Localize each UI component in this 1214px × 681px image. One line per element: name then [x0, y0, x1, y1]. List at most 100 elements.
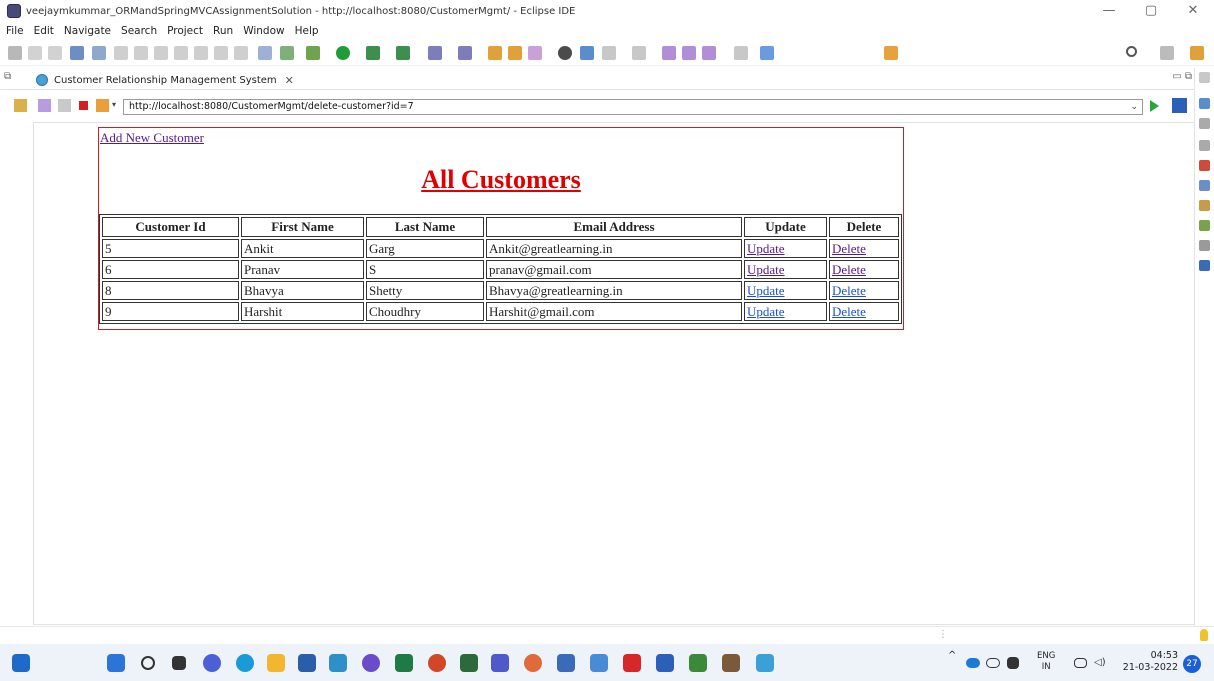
menu-navigate[interactable]: Navigate — [64, 25, 111, 37]
suspend-icon[interactable] — [134, 46, 148, 60]
save-icon[interactable] — [28, 46, 42, 60]
restore-view-icon[interactable] — [1199, 72, 1210, 83]
restore-icon[interactable]: ⧉ — [4, 71, 11, 82]
external-tools-icon[interactable] — [396, 46, 410, 60]
skip-breakpoints-icon[interactable] — [92, 46, 106, 60]
menu-file[interactable]: File — [6, 25, 24, 37]
input-language-indicator[interactable]: ENG IN — [1037, 651, 1055, 673]
minimize-maximize-icon[interactable]: ▭ ⧉ — [1172, 71, 1192, 82]
forward-toolbar-icon[interactable] — [734, 46, 748, 60]
open-type-icon[interactable] — [488, 46, 502, 60]
terminal-icon[interactable] — [70, 46, 84, 60]
last-edit-icon[interactable] — [662, 46, 676, 60]
web-browser-icon[interactable] — [558, 46, 572, 60]
store-icon[interactable] — [298, 654, 316, 672]
new-server-icon[interactable] — [428, 46, 442, 60]
outline-icon[interactable] — [1199, 98, 1210, 109]
data-source-icon[interactable] — [1199, 220, 1210, 231]
search-taskbar-icon[interactable] — [141, 656, 155, 670]
mail-icon[interactable] — [329, 654, 347, 672]
delete-link[interactable]: Delete — [832, 241, 866, 256]
volume-icon[interactable]: ◁) — [1094, 657, 1108, 669]
sticky-notes-icon[interactable] — [460, 654, 478, 672]
task-list-icon[interactable] — [1199, 118, 1210, 129]
console-icon[interactable] — [1199, 260, 1210, 271]
minimize-button[interactable]: — — [1088, 0, 1130, 22]
menu-edit[interactable]: Edit — [34, 25, 54, 37]
coverage-icon[interactable] — [366, 46, 380, 60]
update-link[interactable]: Update — [747, 304, 785, 319]
previous-annotation-icon[interactable] — [632, 46, 646, 60]
go-icon[interactable] — [1150, 100, 1159, 112]
onedrive-icon[interactable] — [966, 658, 980, 668]
use-step-filters-icon[interactable] — [280, 46, 294, 60]
delete-link[interactable]: Delete — [832, 283, 866, 298]
menu-run[interactable]: Run — [213, 25, 233, 37]
markers-icon[interactable] — [1199, 160, 1210, 171]
maximize-button[interactable]: ▢ — [1130, 0, 1172, 22]
properties-icon[interactable] — [1199, 180, 1210, 191]
close-button[interactable]: ✕ — [1172, 0, 1214, 22]
java-ee-perspective-icon[interactable] — [1190, 46, 1204, 60]
perspective-icon[interactable] — [1160, 46, 1174, 60]
menu-window[interactable]: Window — [243, 25, 284, 37]
search-toolbar-icon[interactable] — [528, 46, 542, 60]
dropbox-icon[interactable] — [1007, 657, 1019, 669]
start-icon[interactable] — [107, 654, 125, 672]
resume-icon[interactable] — [114, 46, 128, 60]
search-icon[interactable] — [1126, 46, 1137, 57]
terminate-icon[interactable] — [154, 46, 168, 60]
open-external-icon[interactable] — [1172, 98, 1187, 113]
snipping-tool-icon[interactable] — [756, 654, 774, 672]
stop-icon[interactable] — [79, 101, 88, 110]
back-history-icon[interactable] — [682, 46, 696, 60]
disconnect-icon[interactable] — [174, 46, 188, 60]
refresh-icon[interactable] — [96, 99, 109, 112]
menu-project[interactable]: Project — [167, 25, 203, 37]
chevron-down-icon[interactable]: ▾ — [112, 100, 120, 113]
annotation-icon[interactable] — [580, 46, 594, 60]
step-return-icon[interactable] — [234, 46, 248, 60]
update-link[interactable]: Update — [747, 262, 785, 277]
servers-icon[interactable] — [1199, 200, 1210, 211]
open-perspective-icon[interactable] — [884, 46, 898, 60]
snippets-icon[interactable] — [1199, 240, 1210, 251]
project-explorer-icon[interactable] — [14, 99, 27, 112]
add-new-customer-link[interactable]: Add New Customer — [100, 130, 204, 146]
update-link[interactable]: Update — [747, 241, 785, 256]
debug-icon[interactable] — [306, 46, 320, 60]
excel-icon[interactable] — [395, 654, 413, 672]
vscode-icon[interactable] — [557, 654, 575, 672]
menu-help[interactable]: Help — [295, 25, 319, 37]
minimize-view-icon[interactable] — [1199, 140, 1210, 151]
new-class-icon[interactable] — [458, 46, 472, 60]
word-icon[interactable] — [656, 654, 674, 672]
cloud-icon[interactable] — [986, 658, 1000, 668]
save-all-icon[interactable] — [48, 46, 62, 60]
url-dropdown-icon[interactable]: ⌄ — [1130, 100, 1138, 114]
system-clock[interactable]: 04:53 21-03-2022 — [1122, 650, 1178, 674]
step-over-icon[interactable] — [214, 46, 228, 60]
open-task-icon[interactable] — [508, 46, 522, 60]
tip-bulb-icon[interactable] — [1200, 629, 1208, 641]
display-icon[interactable] — [1074, 658, 1087, 668]
teams-icon[interactable] — [491, 654, 509, 672]
show-hidden-icons-icon[interactable]: ^ — [948, 650, 956, 661]
spring-tool-icon[interactable] — [689, 654, 707, 672]
task-view-icon[interactable] — [172, 656, 186, 670]
tab-close-icon[interactable]: ✕ — [285, 74, 294, 87]
edge-icon[interactable] — [236, 654, 254, 672]
url-input[interactable]: http://localhost:8080/CustomerMgmt/delet… — [123, 99, 1143, 115]
chat-icon[interactable] — [203, 654, 221, 672]
next-annotation-icon[interactable] — [602, 46, 616, 60]
acrobat-icon[interactable] — [623, 654, 641, 672]
run-icon[interactable] — [336, 46, 350, 60]
new-icon[interactable] — [8, 46, 22, 60]
step-into-icon[interactable] — [194, 46, 208, 60]
powerpoint-icon[interactable] — [428, 654, 446, 672]
forward-icon[interactable] — [58, 99, 71, 112]
notification-badge[interactable]: 27 — [1183, 655, 1201, 673]
update-link[interactable]: Update — [747, 283, 785, 298]
chrome-icon[interactable] — [362, 654, 380, 672]
remote-desktop-icon[interactable] — [590, 654, 608, 672]
